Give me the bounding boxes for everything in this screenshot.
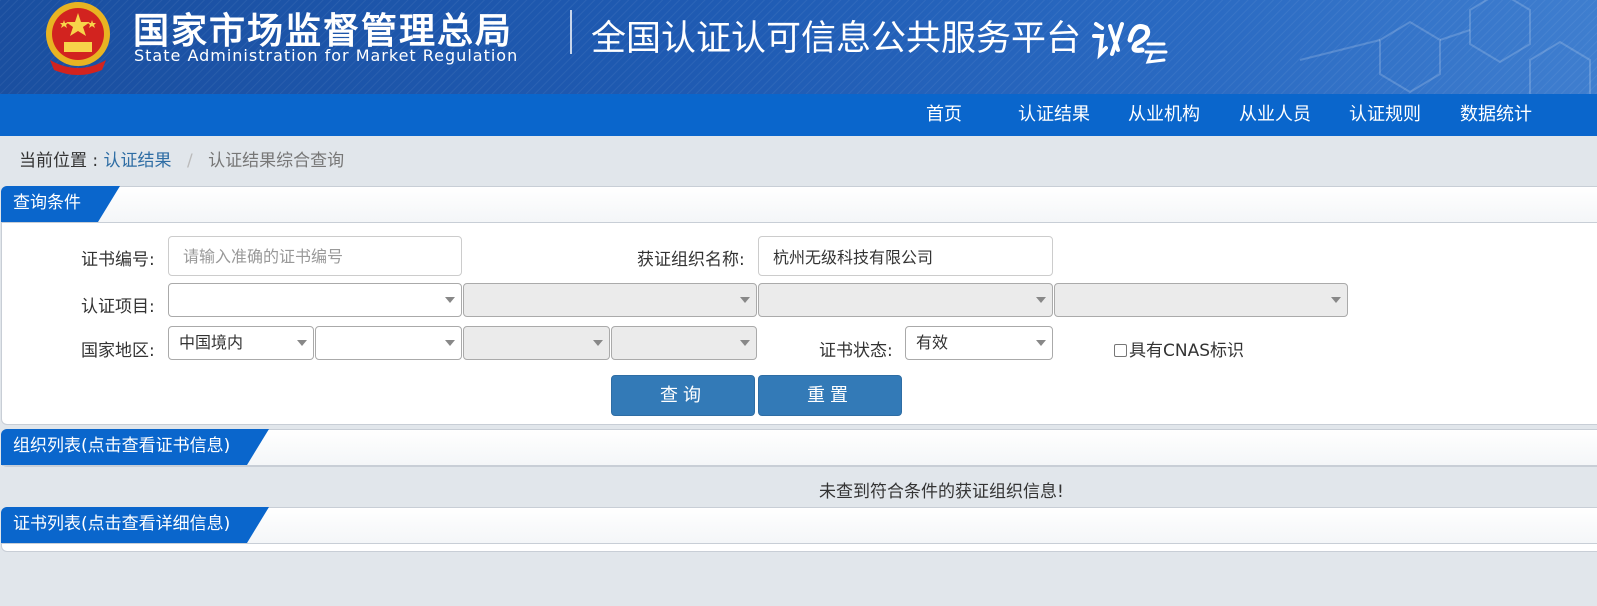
platform-title: 全国认证认可信息公共服务平台 [591, 19, 1082, 59]
nav-item-institutions[interactable]: 从业机构 [1128, 94, 1200, 136]
breadcrumb: 当前位置 : 认证结果 / 认证结果综合查询 [19, 146, 344, 171]
nav-item-home[interactable]: 首页 [926, 94, 962, 136]
chevron-down-icon [445, 340, 455, 346]
query-panel-title: 查询条件 [1, 186, 120, 222]
cert-project-select-2 [463, 283, 757, 317]
nav-item-statistics[interactable]: 数据统计 [1460, 94, 1532, 136]
cnas-checkbox-label: 具有CNAS标识 [1129, 341, 1245, 361]
region-label: 国家地区: [81, 341, 155, 361]
region-select-3 [463, 326, 610, 360]
breadcrumb-link-cert-results[interactable]: 认证结果 [104, 151, 172, 171]
cert-project-label: 认证项目: [81, 297, 155, 317]
cert-status-select[interactable]: 有效 [905, 326, 1053, 360]
cert-list-panel-title: 证书列表(点击查看详细信息) [1, 507, 269, 543]
cert-no-input[interactable] [168, 236, 462, 276]
cert-status-value: 有效 [916, 333, 949, 352]
nav-item-personnel[interactable]: 从业人员 [1239, 94, 1311, 136]
cert-list-panel: 证书列表(点击查看详细信息) [1, 507, 1597, 552]
org-list-panel: 组织列表(点击查看证书信息) [1, 429, 1597, 467]
chevron-down-icon [445, 297, 455, 303]
region-select-4 [611, 326, 757, 360]
site-header: 国家市场监督管理总局 State Administration for Mark… [0, 0, 1597, 94]
query-panel-header: 查询条件 [2, 187, 1597, 223]
region-select-2[interactable] [315, 326, 462, 360]
cert-project-select-3 [758, 283, 1053, 317]
cert-list-panel-header: 证书列表(点击查看详细信息) [2, 508, 1597, 544]
cnas-checkbox[interactable] [1114, 344, 1127, 357]
breadcrumb-label: 当前位置 : [19, 151, 99, 171]
search-button[interactable]: 查询 [611, 375, 755, 416]
nav-item-cert-rules[interactable]: 认证规则 [1349, 94, 1421, 136]
chevron-down-icon [1036, 340, 1046, 346]
cert-project-select-4 [1054, 283, 1348, 317]
org-list-panel-header: 组织列表(点击查看证书信息) [2, 430, 1597, 466]
nav-item-cert-results[interactable]: 认证结果 [1018, 94, 1090, 136]
region-select-1-value: 中国境内 [179, 333, 244, 352]
national-emblem-icon [46, 2, 110, 75]
region-select-1[interactable]: 中国境内 [168, 326, 314, 360]
org-name-input[interactable] [758, 236, 1053, 276]
renzheng-cloud-logo [1092, 14, 1172, 75]
org-list-panel-title: 组织列表(点击查看证书信息) [1, 429, 269, 465]
chevron-down-icon [740, 297, 750, 303]
breadcrumb-current: 认证结果综合查询 [208, 151, 345, 171]
reset-button[interactable]: 重置 [758, 375, 902, 416]
chevron-down-icon [297, 340, 307, 346]
org-name-label: 获证组织名称: [637, 250, 745, 270]
chevron-down-icon [740, 340, 750, 346]
org-list-empty-message: 未查到符合条件的获证组织信息! [819, 482, 1064, 502]
main-nav: 首页 认证结果 从业机构 从业人员 认证规则 数据统计 [0, 94, 1597, 136]
chevron-down-icon [1331, 297, 1341, 303]
cert-no-label: 证书编号: [81, 250, 155, 270]
chevron-down-icon [1036, 297, 1046, 303]
cert-status-label: 证书状态: [819, 341, 893, 361]
chevron-down-icon [593, 340, 603, 346]
agency-name-en: State Administration for Market Regulati… [134, 46, 519, 65]
cnas-option[interactable]: 具有CNAS标识 [1114, 336, 1244, 361]
cert-project-select-1[interactable] [168, 283, 462, 317]
breadcrumb-separator: / [186, 151, 193, 171]
header-divider [570, 10, 572, 54]
